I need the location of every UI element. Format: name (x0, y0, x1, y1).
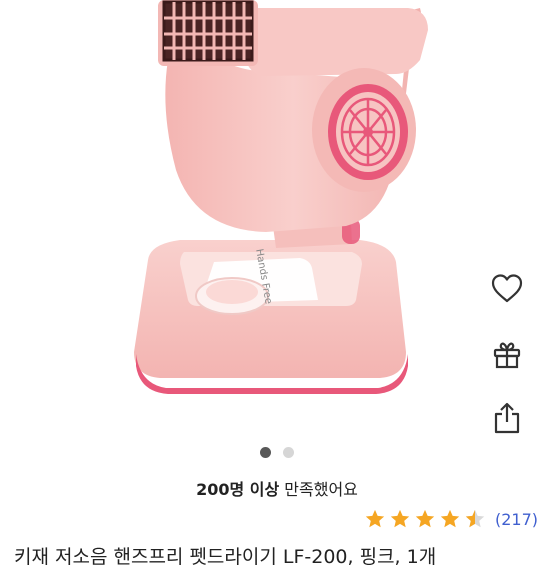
rating-summary[interactable]: (217) (364, 508, 538, 530)
star-full-icon (440, 509, 460, 528)
star-full-icon (390, 509, 410, 528)
review-count-link[interactable]: (217) (495, 510, 538, 529)
gift-button[interactable] (484, 331, 530, 377)
star-half-icon (465, 509, 485, 528)
share-icon (494, 402, 520, 434)
heart-icon (491, 274, 523, 303)
satisfaction-text: 200명 이상 만족했어요 (0, 476, 554, 500)
satisfaction-label: 만족했어요 (279, 480, 358, 499)
wishlist-button[interactable] (484, 266, 530, 312)
product-title: 키재 저소음 핸즈프리 펫드라이기 LF-200, 핑크, 1개 (14, 546, 437, 568)
product-image-gallery[interactable]: Hands Free (0, 0, 554, 430)
pagination-dot-2[interactable] (283, 447, 294, 458)
satisfaction-count: 200명 이상 (196, 480, 280, 499)
pagination-dot-1[interactable] (260, 447, 271, 458)
star-full-icon (365, 509, 385, 528)
share-button[interactable] (484, 395, 530, 441)
gift-icon (493, 342, 521, 369)
star-full-icon (415, 509, 435, 528)
gallery-pagination (0, 447, 554, 458)
pet-dryer-product-image (134, 0, 428, 394)
